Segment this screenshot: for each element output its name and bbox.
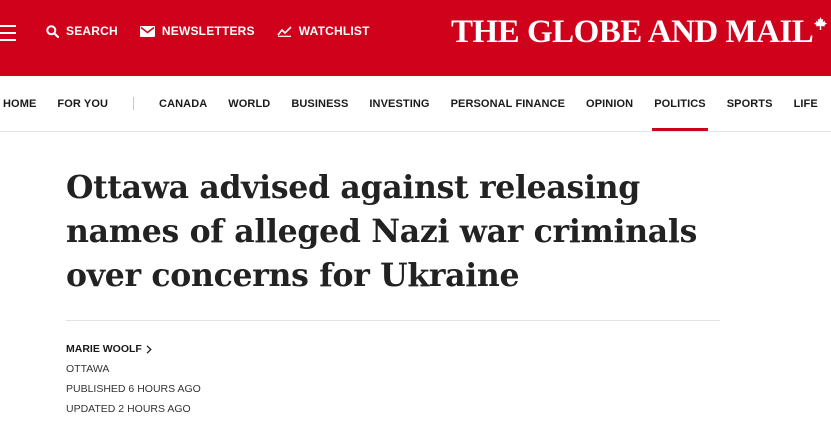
dateline: OTTAWA xyxy=(66,363,110,375)
updated-time: UPDATED 2 HOURS AGO xyxy=(66,403,191,415)
watchlist-button[interactable]: WATCHLIST xyxy=(277,24,370,38)
nav-for-you[interactable]: FOR YOU xyxy=(57,98,108,110)
nav-personal-finance[interactable]: PERSONAL FINANCE xyxy=(451,98,565,110)
nav-world[interactable]: WORLD xyxy=(228,98,270,110)
nav-politics[interactable]: POLITICS xyxy=(652,98,708,131)
globe-and-mail-logo[interactable]: THE GLOBE AND MAIL xyxy=(451,14,828,54)
nav-business[interactable]: BUSINESS xyxy=(291,98,348,110)
envelope-icon xyxy=(139,25,155,37)
trend-chart-icon xyxy=(277,26,292,37)
nav-divider xyxy=(133,97,135,110)
search-label: SEARCH xyxy=(66,24,118,38)
menu-icon[interactable] xyxy=(0,23,20,43)
section-nav: HOME FOR YOU CANADA WORLD BUSINESS INVES… xyxy=(0,76,831,132)
nav-investing[interactable]: INVESTING xyxy=(369,98,429,110)
logo-text: THE GLOBE AND MAIL xyxy=(451,14,814,50)
top-nav: SEARCH NEWSLETTERS WATCHLIST xyxy=(46,24,392,38)
article-meta: MARIE WOOLF OTTAWA PUBLISHED 6 HOURS AGO… xyxy=(66,339,201,419)
nav-opinion[interactable]: OPINION xyxy=(586,98,633,110)
nav-sports[interactable]: SPORTS xyxy=(727,98,773,110)
nav-life[interactable]: LIFE xyxy=(794,98,818,110)
chevron-right-icon xyxy=(146,344,152,354)
newsletters-button[interactable]: NEWSLETTERS xyxy=(139,24,255,38)
author-name: MARIE WOOLF xyxy=(66,343,142,355)
top-bar: SEARCH NEWSLETTERS WATCHLIST THE GLOBE A… xyxy=(0,0,831,76)
watchlist-label: WATCHLIST xyxy=(298,24,370,38)
published-time: PUBLISHED 6 HOURS AGO xyxy=(66,383,201,395)
search-button[interactable]: SEARCH xyxy=(46,24,118,38)
newsletters-label: NEWSLETTERS xyxy=(161,24,255,38)
maple-leaf-icon xyxy=(814,17,828,30)
search-icon xyxy=(46,24,59,38)
divider xyxy=(66,320,720,321)
nav-home[interactable]: HOME xyxy=(3,98,36,110)
author-link[interactable]: MARIE WOOLF xyxy=(66,339,201,359)
article-headline: Ottawa advised against releasing names o… xyxy=(66,169,698,294)
nav-canada[interactable]: CANADA xyxy=(159,98,207,110)
